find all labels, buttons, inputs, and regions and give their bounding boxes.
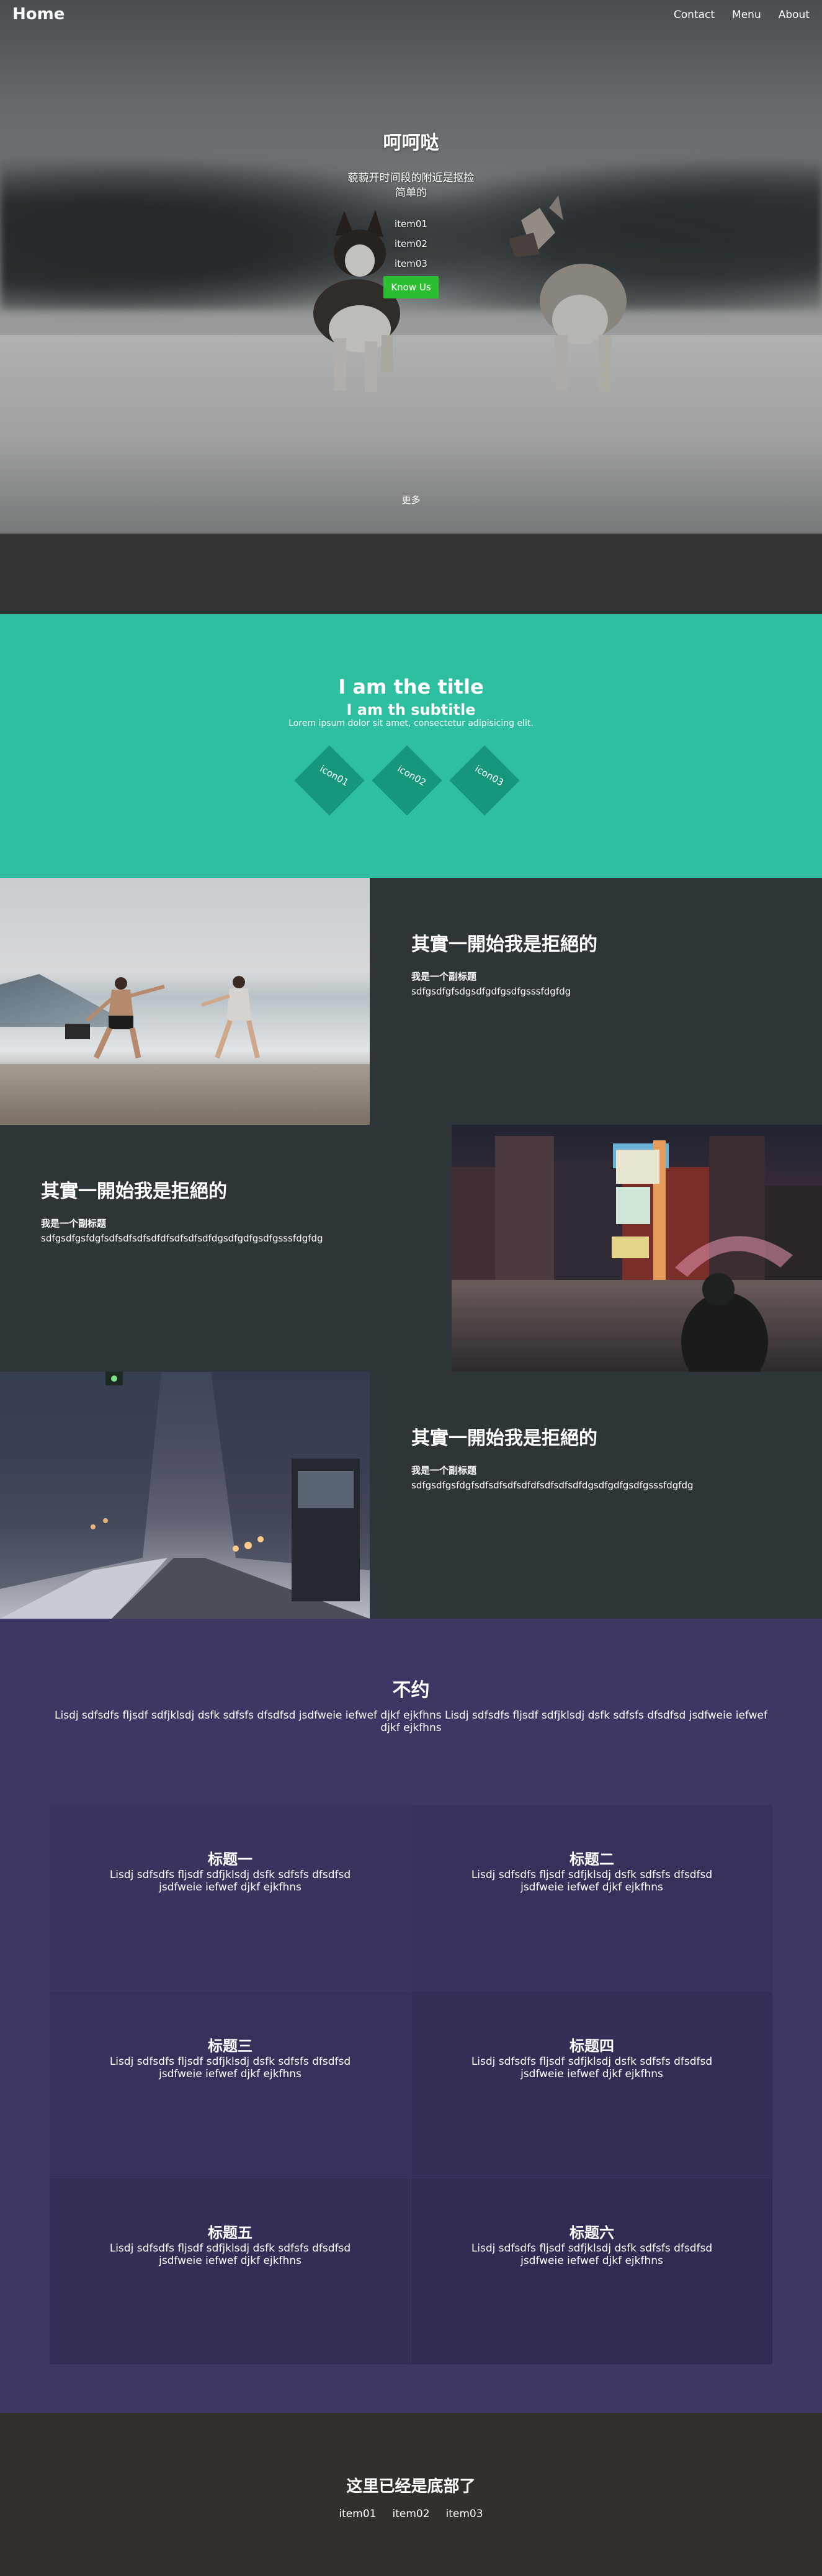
feature-row-3: 其實一開始我是拒絕的 我是一个副标题 sdfgsdfgsfdgfsdfsdfsd… — [0, 1372, 822, 1619]
service-card-title: 标题六 — [570, 2224, 614, 2242]
top-nav: Home Contact Menu About — [0, 0, 822, 31]
feature-row-2: 其實一開始我是拒絕的 我是一个副标题 sdfgsdfgsfdgfsdfsdfsd… — [0, 1125, 822, 1372]
dark-spacer-band — [0, 534, 822, 614]
hero-title: 呵呵哒 — [383, 132, 439, 154]
icon03-label: icon03 — [473, 763, 506, 789]
services-description: Lisdj sdfsdfs fljsdf sdfjklsdj dsfk sdfs… — [55, 1709, 767, 1734]
service-card-title: 标题四 — [570, 2037, 614, 2055]
winter-street-scene — [0, 1372, 370, 1619]
intro-title: I am the title — [338, 675, 484, 699]
service-card-title: 标题一 — [208, 1851, 252, 1868]
nav-link-contact[interactable]: Contact — [674, 9, 715, 21]
hero-description: 藐藐开时间段的附近是抠捡 简单的 — [0, 171, 822, 200]
intro-text: Lorem ipsum dolor sit amet, consectetur … — [288, 718, 534, 728]
service-card-5: 标题五 Lisdj sdfsdfs fljsdf sdfjklsdj dsfk … — [50, 2178, 411, 2364]
service-card-body: Lisdj sdfsdfs fljsdf sdfjklsdj dsfk sdfs… — [471, 2055, 713, 2080]
service-card-body: Lisdj sdfsdfs fljsdf sdfjklsdj dsfk sdfs… — [471, 2242, 713, 2267]
footer-link-item01[interactable]: item01 — [339, 2508, 376, 2520]
icon02-tile[interactable]: icon02 — [372, 745, 442, 816]
services-section: 不约 Lisdj sdfsdfs fljsdf sdfjklsdj dsfk s… — [0, 1619, 822, 2413]
icon01-tile[interactable]: icon01 — [294, 745, 365, 816]
service-card-title: 标题五 — [208, 2224, 252, 2242]
hero-list-item[interactable]: item02 — [0, 234, 822, 254]
icon03-tile[interactable]: icon03 — [449, 745, 520, 816]
services-title: 不约 — [392, 1679, 430, 1701]
service-card-4: 标题四 Lisdj sdfsdfs fljsdf sdfjklsdj dsfk … — [411, 1992, 772, 2178]
footer-link-item02[interactable]: item02 — [392, 2508, 429, 2520]
footer: 这里已经是底部了 item01 item02 item03 — [0, 2413, 822, 2576]
feature-3-subtitle: 我是一个副标题 — [411, 1465, 477, 1476]
feature-1-subtitle: 我是一个副标题 — [411, 971, 477, 982]
feature-2-body: sdfgsdfgsfdgfsdfsdfsdfsdfdfsdfsdfsdfdgsd… — [41, 1233, 323, 1244]
beach-photo — [0, 878, 370, 1125]
service-card-body: Lisdj sdfsdfs fljsdf sdfjklsdj dsfk sdfs… — [471, 1869, 713, 1894]
hero-item-list: item01 item02 item03 — [0, 214, 822, 274]
nav-link-about[interactable]: About — [779, 9, 810, 21]
feature-3-title: 其實一開始我是拒絕的 — [411, 1428, 597, 1449]
umbrella-figure — [675, 1236, 793, 1372]
service-card-body: Lisdj sdfsdfs fljsdf sdfjklsdj dsfk sdfs… — [109, 1869, 351, 1894]
footer-link-item03[interactable]: item03 — [446, 2508, 483, 2520]
feature-1-title: 其實一開始我是拒絕的 — [411, 934, 597, 955]
service-card-title: 标题三 — [208, 2037, 252, 2055]
hero-section: 呵呵哒 藐藐开时间段的附近是抠捡 简单的 item01 item02 item0… — [0, 0, 822, 534]
shore-shape — [0, 1064, 370, 1125]
feature-2-subtitle: 我是一个副标题 — [41, 1218, 107, 1229]
service-card-1: 标题一 Lisdj sdfsdfs fljsdf sdfjklsdj dsfk … — [50, 1805, 411, 1991]
service-card-2: 标题二 Lisdj sdfsdfs fljsdf sdfjklsdj dsfk … — [411, 1805, 772, 1991]
city-night-photo — [452, 1125, 822, 1372]
know-us-button[interactable]: Know Us — [383, 276, 439, 298]
feature-2-text: 其實一開始我是拒絕的 我是一个副标题 sdfgsdfgsfdgfsdfsdfsd… — [41, 1176, 376, 1243]
hero-description-line1: 藐藐开时间段的附近是抠捡 — [347, 172, 475, 184]
winter-street-photo — [0, 1372, 370, 1619]
intro-section: I am the title I am th subtitle Lorem ip… — [0, 614, 822, 878]
icon02-label: icon02 — [395, 763, 429, 789]
feature-3-body: sdfgsdfgsfdgfsdfsdfsdfsdfdfsdfsdfsdfdgsd… — [411, 1480, 694, 1491]
service-card-title: 标题二 — [570, 1851, 614, 1868]
service-card-body: Lisdj sdfsdfs fljsdf sdfjklsdj dsfk sdfs… — [109, 2242, 351, 2267]
two-people-figures — [65, 976, 260, 1059]
hero-content: 呵呵哒 藐藐开时间段的附近是抠捡 简单的 item01 item02 item0… — [0, 127, 822, 298]
icon01-label: icon01 — [318, 763, 351, 789]
feature-row-1: 其實一開始我是拒絕的 我是一个副标题 sdfgsdfgfsdgsdfgdfgsd… — [0, 878, 822, 1125]
service-card-body: Lisdj sdfsdfs fljsdf sdfjklsdj dsfk sdfs… — [109, 2055, 351, 2080]
footer-links: item01 item02 item03 — [0, 2508, 822, 2520]
feature-2-title: 其實一開始我是拒絕的 — [41, 1181, 227, 1202]
intro-subtitle: I am th subtitle — [346, 701, 476, 718]
hero-list-item[interactable]: item03 — [0, 254, 822, 274]
hero-list-item[interactable]: item01 — [0, 214, 822, 234]
brand-home-link[interactable]: Home — [12, 5, 65, 24]
hero-description-line2: 简单的 — [395, 187, 427, 199]
feature-3-text: 其實一開始我是拒絕的 我是一个副标题 sdfgsdfgsfdgfsdfsdfsd… — [411, 1423, 746, 1490]
feature-1-text: 其實一開始我是拒絕的 我是一个副标题 sdfgsdfgfsdgsdfgdfgsd… — [411, 929, 746, 996]
nav-link-menu[interactable]: Menu — [732, 9, 761, 21]
footer-title: 这里已经是底部了 — [346, 2477, 476, 2496]
nav-links: Contact Menu About — [674, 9, 810, 21]
service-card-3: 标题三 Lisdj sdfsdfs fljsdf sdfjklsdj dsfk … — [50, 1992, 411, 2178]
more-link[interactable]: 更多 — [0, 493, 822, 506]
service-card-6: 标题六 Lisdj sdfsdfs fljsdf sdfjklsdj dsfk … — [411, 2178, 772, 2364]
feature-1-body: sdfgsdfgfsdgsdfgdfgsdfgsssfdgfdg — [411, 986, 571, 997]
